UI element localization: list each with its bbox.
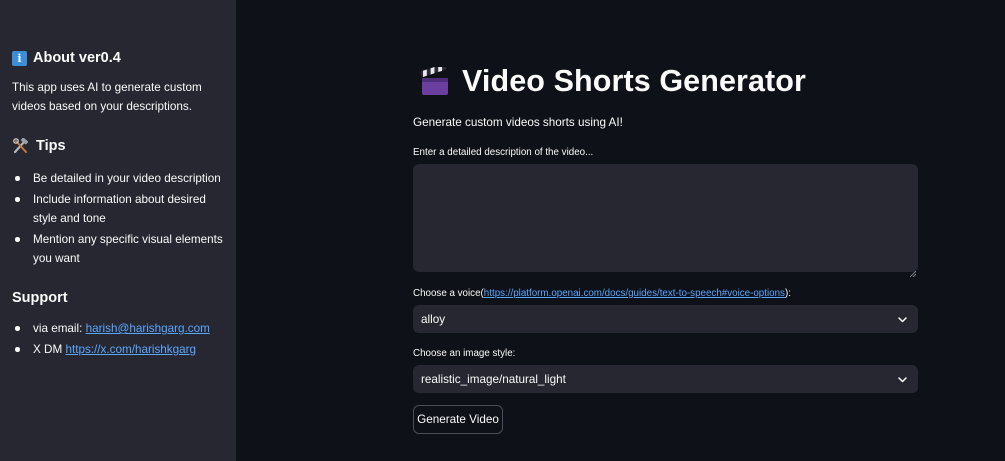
page-subtitle: Generate custom videos shorts using AI!	[413, 116, 623, 129]
voice-label-prefix: Choose a voice(	[413, 288, 484, 299]
voice-options-link[interactable]: https://platform.openai.com/docs/guides/…	[484, 288, 785, 299]
chevron-down-icon	[898, 314, 907, 323]
about-text: This app uses AI to generate custom vide…	[12, 81, 202, 113]
tips-item-text: Mention any specific visual elements you…	[33, 233, 223, 265]
app-root: i About ver0.4 This app uses AI to gener…	[0, 0, 1005, 461]
about-heading: i About ver0.4	[12, 50, 121, 66]
support-list: via email: harish@harishgarg.com X DM ht…	[12, 319, 224, 361]
tips-item: Mention any specific visual elements you…	[12, 230, 224, 268]
voice-label: Choose a voice(https://platform.openai.c…	[413, 288, 791, 299]
voice-select-value: alloy	[421, 312, 446, 326]
resize-grip-icon[interactable]	[909, 264, 917, 278]
chevron-down-icon	[898, 374, 907, 383]
info-icon: i	[12, 50, 27, 66]
support-email-item: via email: harish@harishgarg.com	[12, 319, 224, 338]
support-heading-text: Support	[12, 290, 68, 306]
bullet-icon	[15, 326, 20, 331]
page-title-text: Video Shorts Generator	[462, 64, 806, 98]
voice-select[interactable]: alloy	[413, 305, 918, 333]
description-textarea[interactable]	[413, 164, 918, 278]
tips-item-text: Be detailed in your video description	[33, 172, 221, 185]
tips-heading-text: Tips	[36, 138, 66, 154]
support-dm-item: X DM https://x.com/harishkgarg	[12, 340, 224, 359]
bullet-icon	[15, 176, 20, 181]
tips-item: Include information about desired style …	[12, 190, 224, 228]
tips-item-text: Include information about desired style …	[33, 193, 206, 225]
support-heading: Support	[12, 290, 68, 306]
support-dm-link[interactable]: https://x.com/harishkgarg	[65, 343, 196, 356]
main-content: Video Shorts Generator Generate custom v…	[236, 0, 1005, 461]
description-label: Enter a detailed description of the vide…	[413, 147, 594, 158]
about-heading-text: About ver0.4	[33, 50, 121, 66]
tips-list: Be detailed in your video description In…	[12, 169, 224, 270]
bullet-icon	[15, 237, 20, 242]
support-email-prefix: via email:	[33, 322, 86, 335]
image-style-select[interactable]: realistic_image/natural_light	[413, 365, 918, 393]
hammer-wrench-icon	[12, 137, 30, 154]
generate-video-button[interactable]: Generate Video	[413, 405, 503, 434]
support-email-link[interactable]: harish@harishgarg.com	[86, 322, 210, 335]
bullet-icon	[15, 347, 20, 352]
tips-item: Be detailed in your video description	[12, 169, 224, 188]
support-dm-prefix: X DM	[33, 343, 66, 356]
tips-heading: Tips	[12, 137, 66, 154]
clapper-board-icon	[420, 63, 450, 97]
image-style-label: Choose an image style:	[413, 348, 516, 359]
bullet-icon	[15, 197, 20, 202]
page-title: Video Shorts Generator	[420, 63, 806, 99]
sidebar: i About ver0.4 This app uses AI to gener…	[0, 0, 236, 461]
voice-label-suffix: ):	[784, 288, 791, 299]
image-style-select-value: realistic_image/natural_light	[421, 372, 566, 386]
